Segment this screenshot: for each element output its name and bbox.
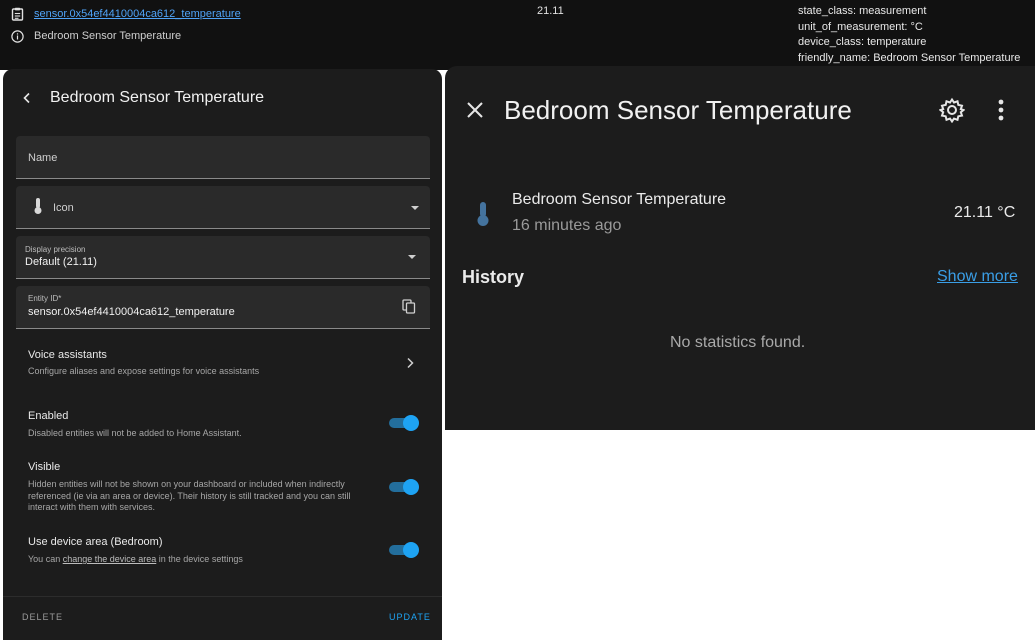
enabled-desc: Disabled entities will not be added to H… [28, 428, 242, 438]
chevron-right-icon [405, 356, 415, 374]
back-button[interactable] [6, 77, 48, 119]
precision-label: Display precision [25, 245, 86, 254]
developer-states-row: sensor.0x54ef4410004ca612_temperature Be… [0, 0, 1035, 70]
entity-id-label: Entity ID* [28, 294, 62, 303]
voice-assistants-row[interactable]: Voice assistants Configure aliases and e… [3, 337, 442, 387]
more-info-dialog: Bedroom Sensor Temperature Bedroom Senso… [445, 66, 1035, 430]
device-area-title: Use device area (Bedroom) [28, 536, 163, 548]
name-field-label: Name [28, 152, 58, 164]
visible-desc: Hidden entities will not be shown on you… [28, 479, 351, 512]
chevron-left-icon [23, 92, 30, 104]
close-icon[interactable] [463, 98, 487, 122]
gear-icon[interactable] [938, 97, 966, 124]
info-icon[interactable] [10, 29, 24, 43]
delete-button[interactable]: DELETE [22, 612, 63, 622]
no-statistics-message: No statistics found. [670, 334, 806, 351]
entity-id-value: sensor.0x54ef4410004ca612_temperature [28, 306, 235, 318]
voice-assistants-title: Voice assistants [28, 349, 107, 361]
clipboard-icon[interactable] [10, 7, 24, 21]
icon-picker[interactable]: Icon [16, 186, 430, 229]
dialog-title: Bedroom Sensor Temperature [504, 95, 852, 125]
attribute-line: state_class: measurement [798, 5, 927, 17]
dropdown-arrow-icon[interactable] [408, 255, 416, 259]
entity-id-link[interactable]: sensor.0x54ef4410004ca612_temperature [34, 8, 241, 20]
dialog-header: Bedroom Sensor Temperature [3, 69, 442, 127]
attribute-line: friendly_name: Bedroom Sensor Temperatur… [798, 51, 1021, 64]
name-field[interactable]: Name [16, 136, 430, 179]
last-changed: 16 minutes ago [512, 217, 622, 234]
history-title: History [462, 267, 525, 287]
precision-value: Default (21.11) [25, 256, 97, 268]
attributes-list: state_class: measurement unit_of_measure… [798, 4, 1020, 66]
state-value: 21.11 [537, 5, 564, 17]
visible-title: Visible [28, 461, 61, 473]
device-area-desc: You can change the device area in the de… [28, 554, 243, 564]
entity-settings-dialog: Bedroom Sensor Temperature Name Icon Dis… [3, 69, 442, 640]
friendly-name-row: Bedroom Sensor Temperature [10, 29, 181, 43]
thermometer-icon [476, 201, 490, 232]
thermometer-icon [33, 197, 43, 220]
enabled-title: Enabled [28, 410, 69, 422]
change-device-area-link[interactable]: change the device area [63, 554, 157, 564]
dialog-title: Bedroom Sensor Temperature [50, 89, 265, 106]
copy-icon[interactable] [402, 299, 416, 319]
voice-assistants-desc: Configure aliases and expose settings fo… [28, 366, 260, 376]
screen: sensor.0x54ef4410004ca612_temperature Be… [0, 0, 1035, 640]
entity-value: 21.11 °C [954, 204, 1016, 221]
device-area-toggle[interactable] [389, 542, 419, 558]
dropdown-arrow-icon[interactable] [411, 206, 419, 210]
friendly-name-text: Bedroom Sensor Temperature [34, 30, 182, 42]
footer-divider [3, 596, 442, 597]
show-more-link[interactable]: Show more [937, 268, 1018, 286]
attribute-line: unit_of_measurement: °C [798, 20, 923, 33]
entity-id-row: sensor.0x54ef4410004ca612_temperature [10, 7, 241, 21]
enabled-toggle[interactable] [389, 415, 419, 431]
update-button[interactable]: UPDATE [389, 612, 431, 622]
display-precision-select[interactable]: Display precision Default (21.11) [16, 236, 430, 279]
visible-toggle[interactable] [389, 479, 419, 495]
icon-field-label: Icon [53, 202, 74, 214]
attribute-line: device_class: temperature [798, 36, 927, 48]
entity-name: Bedroom Sensor Temperature [512, 191, 727, 208]
entity-id-field[interactable]: Entity ID* sensor.0x54ef4410004ca612_tem… [16, 286, 430, 329]
more-vertical-icon[interactable] [988, 97, 1014, 123]
